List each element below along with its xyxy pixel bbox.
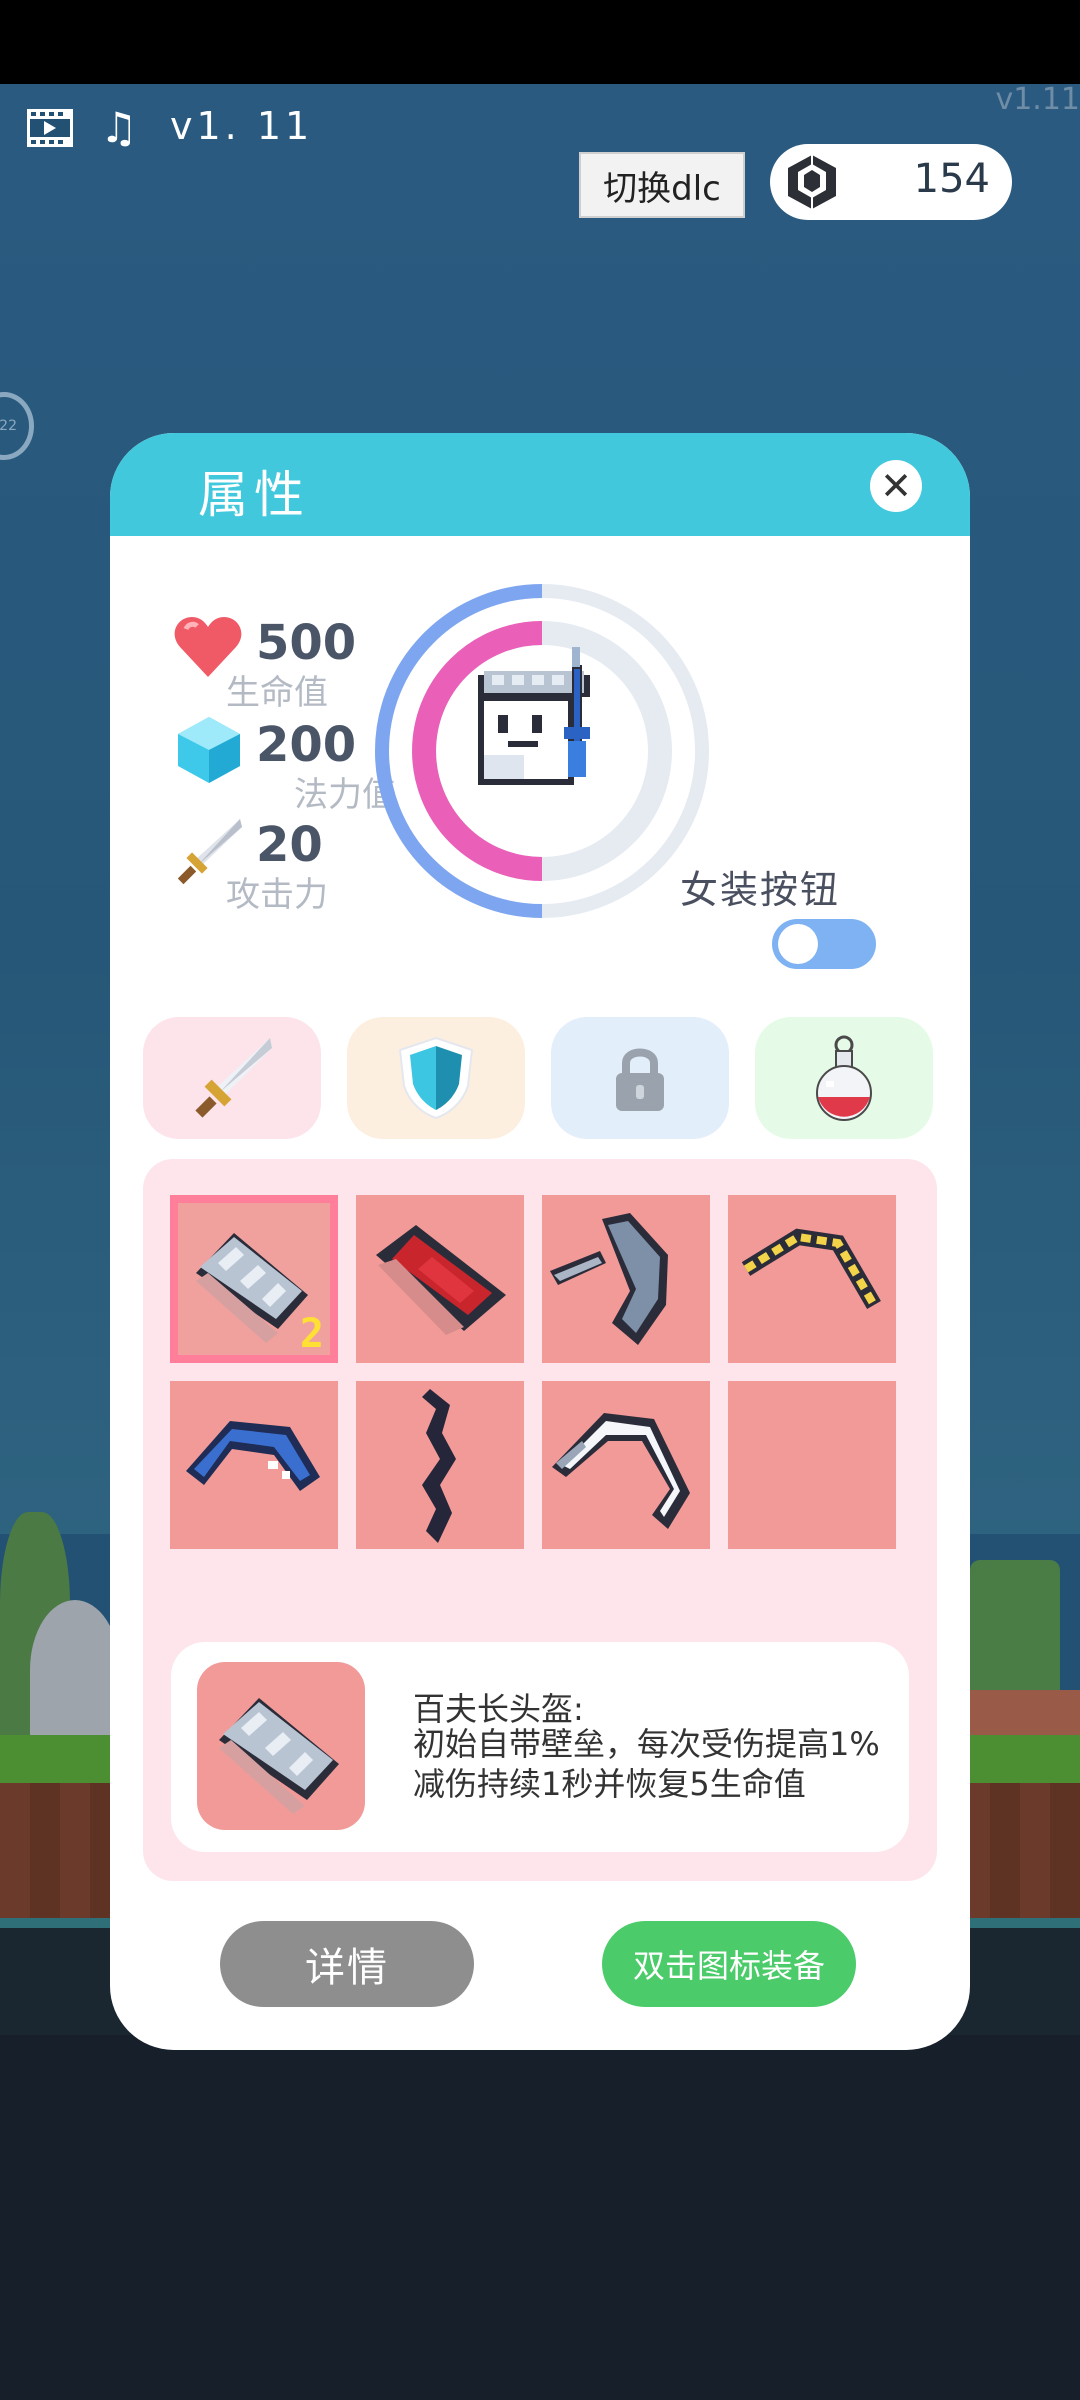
film-icon[interactable] xyxy=(26,108,74,148)
character-portrait xyxy=(372,581,712,921)
hp-value: 500 xyxy=(256,615,357,671)
blue-boomerang-icon xyxy=(186,1421,320,1491)
item-description: 初始自带壁垒，每次受伤提高1%减伤持续1秒并恢复5生命值 xyxy=(413,1725,880,1803)
gem-counter: 154 xyxy=(770,144,1012,220)
status-bar xyxy=(0,0,1080,84)
inventory-slot-gold-boomerang[interactable] xyxy=(728,1195,896,1363)
gem-icon xyxy=(782,152,842,212)
lock-icon xyxy=(616,1048,664,1111)
inventory-slot-red-armor[interactable] xyxy=(356,1195,524,1363)
white-boomerang-icon xyxy=(552,1413,690,1529)
knight-sprite xyxy=(478,647,590,785)
weapon-tab[interactable] xyxy=(143,1017,321,1139)
mp-value: 200 xyxy=(256,717,357,773)
dress-toggle-label: 女装按钮 xyxy=(680,868,841,912)
hp-label: 生命值 xyxy=(226,673,328,713)
red-armor-icon xyxy=(376,1225,506,1335)
inventory-slot-white-boomerang[interactable] xyxy=(542,1381,710,1549)
details-button[interactable]: 详情 xyxy=(220,1921,474,2007)
item-detail-card: 百夫长头盔: 初始自带壁垒，每次受伤提高1%减伤持续1秒并恢复5生命值 xyxy=(171,1642,909,1852)
potion-icon xyxy=(816,1035,872,1121)
crystal-icon xyxy=(178,717,240,783)
inventory-slot-blue-boomerang[interactable] xyxy=(170,1381,338,1549)
inventory-slot-helmet[interactable]: 2 xyxy=(170,1195,338,1363)
corner-version-label: v1.11 xyxy=(995,82,1080,117)
gem-count: 154 xyxy=(913,156,990,202)
sword-icon xyxy=(195,1038,272,1118)
background-fence xyxy=(968,1690,1080,1735)
toggle-knob[interactable] xyxy=(778,924,818,964)
attack-label: 攻击力 xyxy=(226,875,328,915)
panel-header: 属性 ✕ xyxy=(110,433,970,536)
ground-underground-deep xyxy=(0,2035,1080,2400)
locked-tab[interactable] xyxy=(551,1017,729,1139)
switch-dlc-button[interactable]: 切换dlc xyxy=(579,152,745,218)
item-level-badge: 2 xyxy=(299,1311,324,1357)
background-rock xyxy=(30,1600,120,1740)
equip-button[interactable]: 双击图标装备 xyxy=(602,1921,856,2007)
shield-icon xyxy=(398,1036,474,1120)
dress-toggle-switch[interactable] xyxy=(772,919,876,969)
potion-tab[interactable] xyxy=(755,1017,933,1139)
inventory-slot-axe[interactable] xyxy=(542,1195,710,1363)
panel-title: 属性 xyxy=(198,466,310,524)
inventory-slot-empty[interactable] xyxy=(728,1381,896,1549)
axe-icon xyxy=(550,1213,668,1345)
version-label: v1. 11 xyxy=(170,104,314,148)
music-note-icon[interactable]: ♫ xyxy=(100,106,144,150)
inventory-area: 2 百夫长头盔: 初始自带壁垒，每次受伤提高1%减伤持续1秒并恢复5生命值 xyxy=(143,1159,937,1881)
dark-staff-icon xyxy=(422,1389,456,1543)
helmet-icon xyxy=(219,1698,339,1814)
close-button[interactable]: ✕ xyxy=(870,460,922,512)
inventory-slot-dark-staff[interactable] xyxy=(356,1381,524,1549)
gold-boomerang-icon xyxy=(741,1228,881,1310)
attributes-panel: 属性 ✕ 500 生命值 200 法力值 20 攻击力 女装按钮 2 百夫长头盔… xyxy=(110,433,970,2050)
armor-tab[interactable] xyxy=(347,1017,525,1139)
selected-item-icon xyxy=(197,1662,365,1830)
attack-value: 20 xyxy=(256,817,323,873)
